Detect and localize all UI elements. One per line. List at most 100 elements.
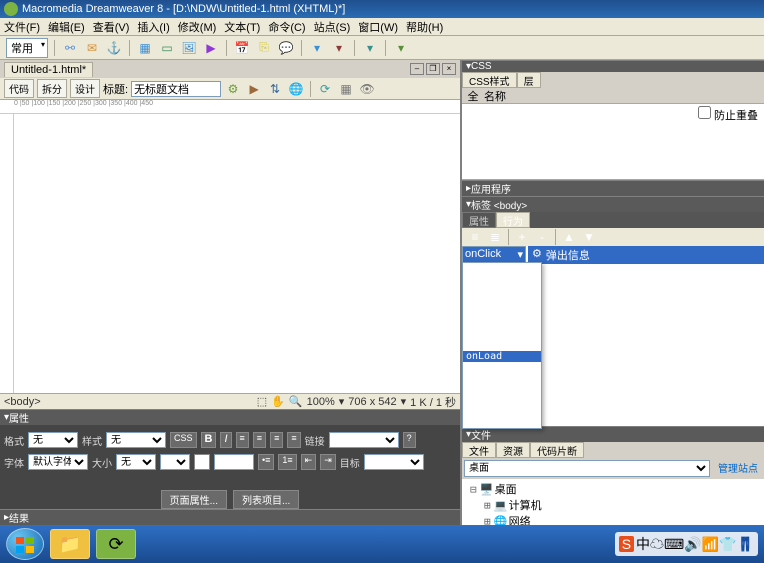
comment-icon[interactable]: 💬 <box>277 39 295 57</box>
snippets-tab[interactable]: 代码片断 <box>530 442 584 458</box>
doc-close-button[interactable]: × <box>442 63 456 75</box>
css-styles-tab[interactable]: CSS样式 <box>462 72 517 88</box>
zoom-level[interactable]: 100% <box>307 396 335 408</box>
div-icon[interactable]: ▭ <box>158 39 176 57</box>
file-mgmt-icon[interactable]: ⇅ <box>266 80 284 98</box>
event-option[interactable]: onFocus <box>463 307 541 318</box>
font-select[interactable]: 默认字体 <box>28 454 88 470</box>
validate-icon[interactable]: ▶ <box>245 80 263 98</box>
sogou-ime-icon[interactable]: S <box>619 536 634 552</box>
menu-item[interactable]: 窗口(W) <box>358 19 398 35</box>
head-icon[interactable]: ▾ <box>308 39 326 57</box>
menu-item[interactable]: 编辑(E) <box>48 19 85 35</box>
layers-tab[interactable]: 层 <box>517 72 541 88</box>
color-swatch[interactable] <box>194 454 210 470</box>
event-option[interactable]: onKeyPress <box>463 329 541 340</box>
window-dimensions[interactable]: 706 x 542 <box>348 396 396 408</box>
list-item-button[interactable]: 列表项目... <box>233 490 299 509</box>
italic-button[interactable]: I <box>220 432 231 448</box>
code-view-button[interactable]: 代码 <box>4 79 34 98</box>
css-col-name[interactable]: 名称 <box>484 88 506 104</box>
dreamweaver-task-button[interactable]: ⟳ <box>96 529 136 559</box>
event-option[interactable]: onKeyUp <box>463 340 541 351</box>
outdent-button[interactable]: ⇤ <box>301 454 317 470</box>
expand-icon[interactable]: ⊟ <box>470 483 477 496</box>
server-include-icon[interactable]: ⎘ <box>255 39 273 57</box>
event-option[interactable]: onUnload <box>463 417 541 428</box>
move-down-button[interactable]: ▼ <box>580 228 598 246</box>
menu-item[interactable]: 文件(F) <box>4 19 40 35</box>
event-option[interactable]: onBlur <box>463 263 541 274</box>
menu-item[interactable]: 修改(M) <box>178 19 217 35</box>
ol-button[interactable]: 1≡ <box>278 454 296 470</box>
size-unit-select[interactable] <box>160 454 190 470</box>
tray-icon[interactable]: 🔊 <box>684 536 701 552</box>
attributes-tab[interactable]: 属性 <box>462 212 496 228</box>
event-option[interactable]: onMouseUp <box>463 406 541 417</box>
application-panel-header[interactable]: 应用程序 <box>462 180 764 196</box>
size-select[interactable]: 无 <box>116 454 156 470</box>
format-select[interactable]: 无 <box>28 432 78 448</box>
show-all-events-icon[interactable]: ≣ <box>486 228 504 246</box>
split-view-button[interactable]: 拆分 <box>37 79 67 98</box>
event-select[interactable]: onClick▾ <box>462 246 526 263</box>
script-icon[interactable]: ▾ <box>330 39 348 57</box>
tree-item[interactable]: ⊟🖥️桌面 <box>464 481 762 497</box>
manage-sites-link[interactable]: 管理站点 <box>714 460 762 477</box>
anchor-icon[interactable]: ⚓ <box>105 39 123 57</box>
hyperlink-icon[interactable]: ⚯ <box>61 39 79 57</box>
explorer-task-button[interactable]: 📁 <box>50 529 90 559</box>
files-tab[interactable]: 文件 <box>462 442 496 458</box>
expand-icon[interactable]: ⊞ <box>484 499 491 512</box>
tray-icon[interactable]: ☁ <box>650 536 664 552</box>
prevent-overlap-checkbox[interactable]: 防止重叠 <box>698 106 758 123</box>
media-icon[interactable]: ▶ <box>202 39 220 57</box>
menu-item[interactable]: 查看(V) <box>93 19 130 35</box>
document-tab[interactable]: Untitled-1.html* <box>4 62 93 77</box>
properties-panel-header[interactable]: 属性 <box>0 409 460 425</box>
menu-item[interactable]: 命令(C) <box>268 19 305 35</box>
tag-chooser-icon[interactable]: ▾ <box>392 39 410 57</box>
doc-minimize-button[interactable]: – <box>410 63 424 75</box>
image-icon[interactable]: 🖼 <box>180 39 198 57</box>
menu-item[interactable]: 帮助(H) <box>406 19 443 35</box>
no-browser-check-icon[interactable]: ⚙ <box>224 80 242 98</box>
zoom-tool-icon[interactable]: 🔍 <box>289 395 303 408</box>
event-option[interactable]: onMouseOver <box>463 395 541 406</box>
select-tool-icon[interactable]: ⬚ <box>257 395 267 408</box>
view-options-icon[interactable]: ▦ <box>337 80 355 98</box>
show-set-events-icon[interactable]: ≡ <box>466 228 484 246</box>
table-icon[interactable]: ▦ <box>136 39 154 57</box>
event-option[interactable]: onMouseOut <box>463 384 541 395</box>
menu-item[interactable]: 站点(S) <box>314 19 351 35</box>
start-button[interactable] <box>6 528 44 560</box>
ul-button[interactable]: •≡ <box>258 454 274 470</box>
tray-icon[interactable]: 中 <box>636 536 650 552</box>
action-name[interactable]: 弹出信息 <box>546 247 590 263</box>
insert-category-dropdown[interactable]: 常用 <box>6 38 48 58</box>
add-behavior-button[interactable]: + <box>513 228 531 246</box>
event-option[interactable]: onDblClick <box>463 285 541 296</box>
align-left-button[interactable]: ≡ <box>236 432 249 448</box>
site-select[interactable]: 桌面 <box>464 460 710 477</box>
align-center-button[interactable]: ≡ <box>253 432 266 448</box>
style-select[interactable]: 无 <box>106 432 166 448</box>
align-right-button[interactable]: ≡ <box>270 432 283 448</box>
event-option[interactable]: onError <box>463 296 541 307</box>
templates-icon[interactable]: ▾ <box>361 39 379 57</box>
doc-restore-button[interactable]: ❐ <box>426 63 440 75</box>
menu-item[interactable]: 文本(T) <box>224 19 260 35</box>
event-option[interactable]: onLoad <box>463 351 541 362</box>
target-select[interactable] <box>364 454 424 470</box>
tray-icon[interactable]: 👕 <box>719 536 736 552</box>
css-col-all[interactable]: 全 <box>462 88 484 104</box>
menu-item[interactable]: 插入(I) <box>137 19 169 35</box>
css-button[interactable]: CSS <box>170 432 197 448</box>
indent-button[interactable]: ⇥ <box>320 454 336 470</box>
align-justify-button[interactable]: ≡ <box>287 432 300 448</box>
email-link-icon[interactable]: ✉ <box>83 39 101 57</box>
title-input[interactable] <box>131 81 221 97</box>
move-up-button[interactable]: ▲ <box>560 228 578 246</box>
event-option[interactable]: onMouseDown <box>463 362 541 373</box>
tags-panel-header[interactable]: 标签 <body> <box>462 196 764 212</box>
